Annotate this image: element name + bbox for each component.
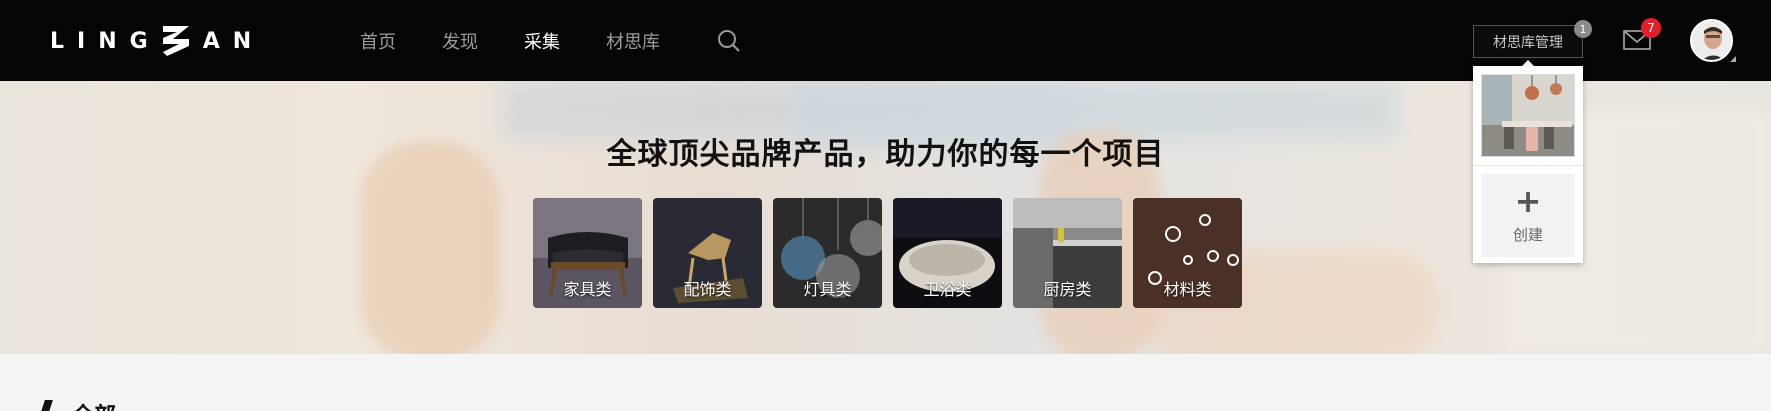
create-label: 创建 xyxy=(1512,226,1543,244)
logo-text-left: LING xyxy=(50,28,161,54)
library-count-badge: 1 xyxy=(1574,20,1592,38)
nav-item-home[interactable]: 首页 xyxy=(360,28,396,54)
avatar-portrait-icon xyxy=(1692,21,1731,60)
logo-mark-icon xyxy=(162,26,189,56)
mail-count-badge: 7 xyxy=(1641,18,1661,38)
nav-item-library[interactable]: 材思库 xyxy=(606,28,660,54)
dining-room-thumbnail xyxy=(1482,75,1574,156)
category-furniture[interactable]: 家具类 xyxy=(533,198,642,308)
section-marker-icon xyxy=(35,400,53,411)
category-label: 配饰类 xyxy=(683,280,732,299)
avatar-dropdown-caret-icon[interactable] xyxy=(1730,56,1736,62)
brand-logo[interactable]: LING AN xyxy=(50,24,264,58)
dropdown-divider xyxy=(1473,165,1583,166)
category-label: 灯具类 xyxy=(803,280,852,299)
library-dropdown: + 创建 xyxy=(1473,66,1583,263)
category-lighting[interactable]: 灯具类 xyxy=(773,198,882,308)
plus-icon: + xyxy=(1514,182,1542,220)
logo-text-right: AN xyxy=(202,28,265,54)
category-kitchen[interactable]: 厨房类 xyxy=(1013,198,1122,308)
avatar[interactable] xyxy=(1690,19,1733,62)
category-materials[interactable]: 材料类 xyxy=(1133,198,1242,308)
category-label: 厨房类 xyxy=(1043,280,1092,299)
section-title: 全部 xyxy=(72,398,116,411)
nav-item-collect[interactable]: 采集 xyxy=(524,28,560,54)
library-manage-button[interactable]: 材思库管理 xyxy=(1473,25,1583,58)
library-item-thumbnail[interactable] xyxy=(1481,74,1575,157)
search-icon[interactable] xyxy=(716,28,742,54)
category-label: 材料类 xyxy=(1163,280,1212,299)
category-label: 家具类 xyxy=(563,280,612,299)
category-accessories[interactable]: 配饰类 xyxy=(653,198,762,308)
category-label: 卫浴类 xyxy=(923,280,972,299)
category-bathroom[interactable]: 卫浴类 xyxy=(893,198,1002,308)
main-nav: 首页 发现 采集 材思库 xyxy=(360,0,706,81)
content-section: 全部 xyxy=(0,354,1771,411)
nav-item-discover[interactable]: 发现 xyxy=(442,28,478,54)
create-library-button[interactable]: + 创建 xyxy=(1481,174,1575,257)
category-list: 家具类 配饰类 灯具类 卫浴类 厨房类 材料类 xyxy=(533,198,1242,308)
